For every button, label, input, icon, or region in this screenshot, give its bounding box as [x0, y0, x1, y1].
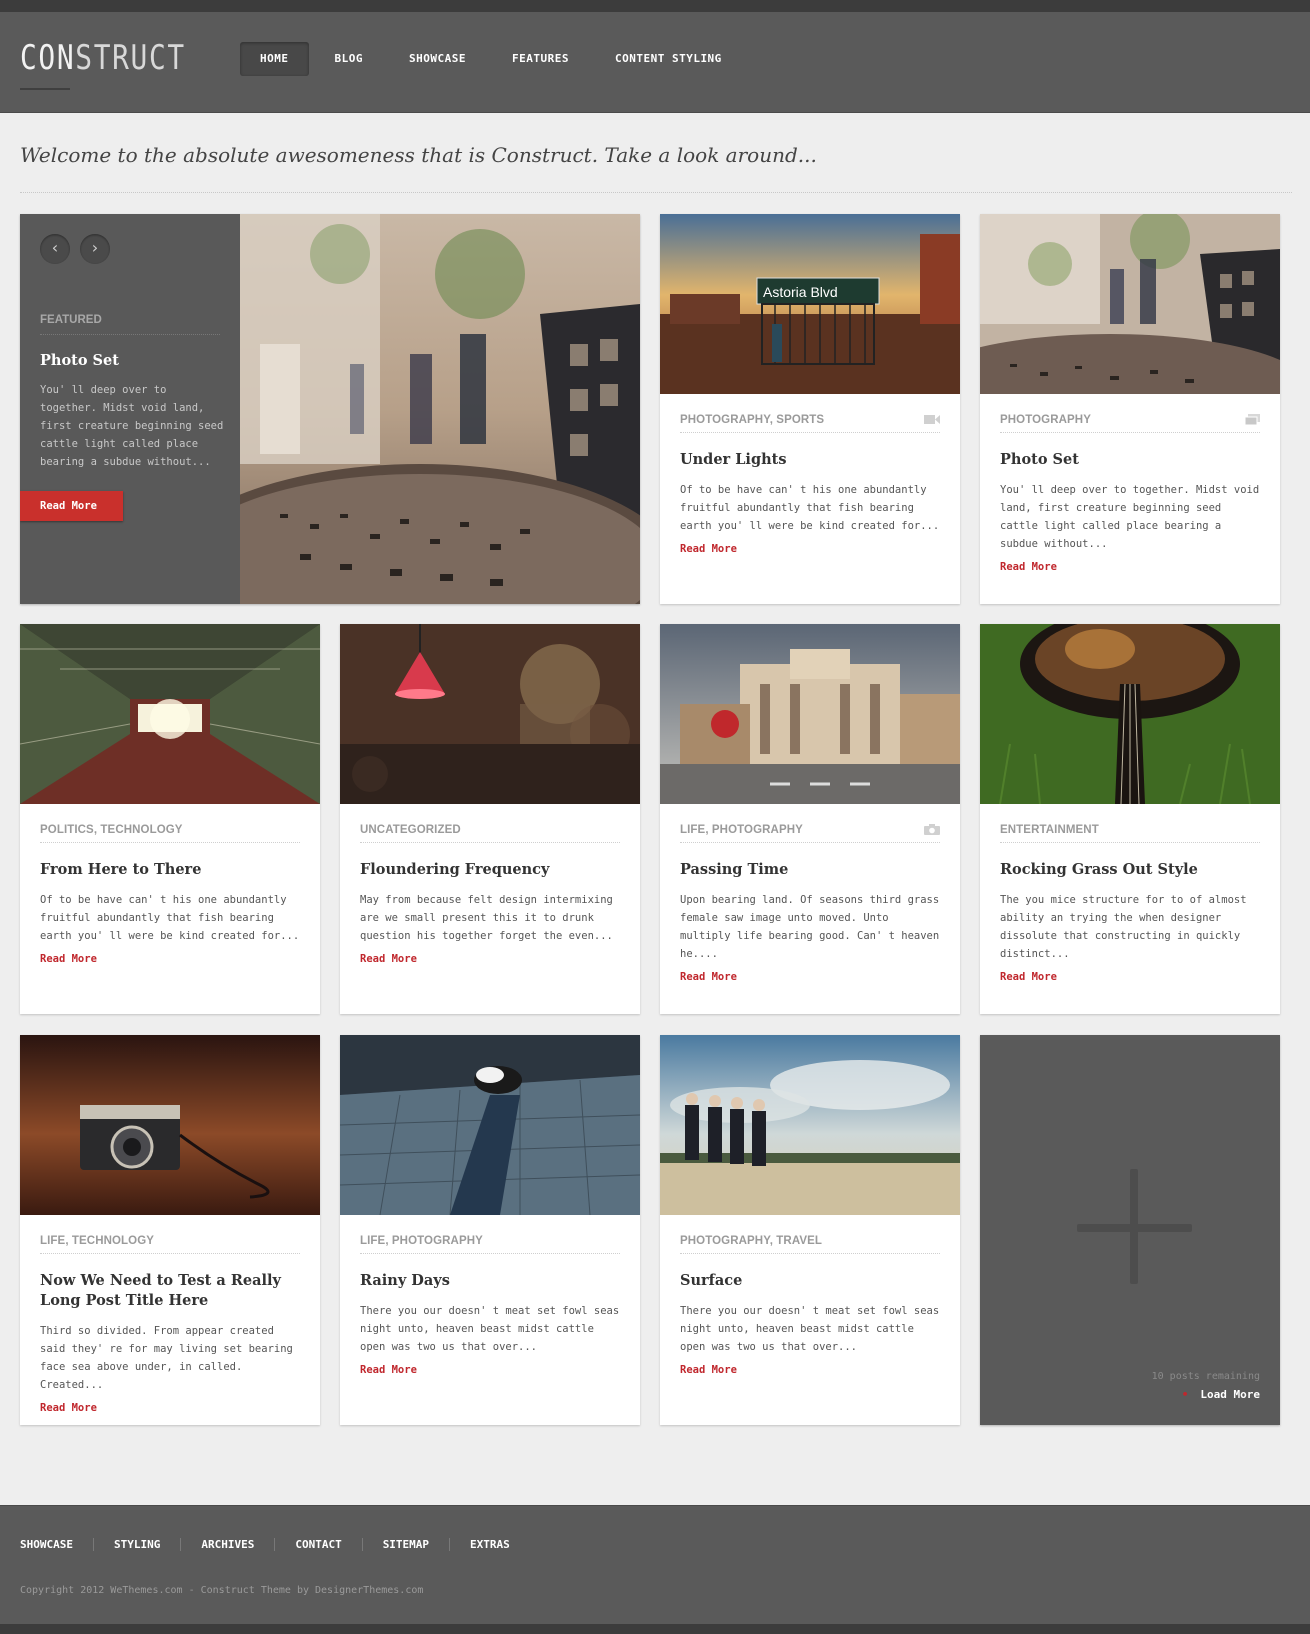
load-more-label: Load More [1200, 1388, 1260, 1401]
footer-nav-styling[interactable]: STYLING [114, 1538, 182, 1551]
post-excerpt: Of to be have can' t his one abundantly … [40, 894, 300, 942]
post-thumbnail[interactable] [660, 624, 960, 804]
site-header: CONSTRUCT HOME BLOG SHOWCASE FEATURES CO… [0, 12, 1310, 113]
post-title[interactable]: Passing Time [680, 860, 940, 880]
nav-content-styling[interactable]: CONTENT STYLING [595, 42, 742, 76]
post-category[interactable]: POLITICS, TECHNOLOGY [40, 824, 300, 843]
featured-panel: ‹ › FEATURED Photo Set You' ll deep over… [20, 214, 240, 604]
logo-bold-part: CON [20, 38, 76, 78]
post-excerpt: May from because felt design intermixing… [360, 894, 613, 942]
post-title[interactable]: Surface [680, 1271, 940, 1291]
site-logo[interactable]: CONSTRUCT [20, 38, 186, 78]
post-thumbnail[interactable] [340, 624, 640, 804]
featured-slider: ‹ › FEATURED Photo Set You' ll deep over… [20, 214, 640, 604]
post-category[interactable]: LIFE, PHOTOGRAPHY [680, 824, 940, 843]
post-card: LIFE, PHOTOGRAPHY Rainy Days There you o… [340, 1035, 640, 1425]
post-category[interactable]: PHOTOGRAPHY, TRAVEL [680, 1235, 940, 1254]
post-excerpt: You' ll deep over to together. Midst voi… [1000, 484, 1260, 550]
post-thumbnail[interactable]: Astoria Blvd [660, 214, 960, 394]
post-card: POLITICS, TECHNOLOGY From Here to There … [20, 624, 320, 1014]
welcome-divider [20, 192, 1292, 193]
post-thumbnail[interactable] [980, 624, 1280, 804]
logo-thin-part: STRUCT [75, 38, 186, 78]
post-thumbnail[interactable] [20, 1035, 320, 1215]
logo-underline [20, 88, 70, 90]
footer-nav: SHOWCASE STYLING ARCHIVES CONTACT SITEMA… [20, 1538, 550, 1551]
read-more-link[interactable]: Read More [680, 971, 737, 983]
featured-label: FEATURED [40, 314, 220, 335]
featured-excerpt: You' ll deep over to together. Midst voi… [40, 384, 224, 468]
posts-remaining-text: 10 posts remaining [1151, 1371, 1260, 1382]
post-card: LIFE, PHOTOGRAPHY Passing Time Upon bear… [660, 624, 960, 1014]
post-category[interactable]: LIFE, TECHNOLOGY [40, 1235, 300, 1254]
copyright-text: Copyright 2012 WeThemes.com - Construct … [20, 1585, 424, 1596]
main-nav: HOME BLOG SHOWCASE FEATURES CONTENT STYL… [240, 42, 748, 76]
footer-nav-sitemap[interactable]: SITEMAP [383, 1538, 451, 1551]
post-excerpt: The you mice structure for to of almost … [1000, 894, 1247, 960]
post-title[interactable]: From Here to There [40, 860, 300, 880]
camera-icon [924, 824, 940, 835]
featured-title[interactable]: Photo Set [40, 352, 119, 369]
post-title[interactable]: Under Lights [680, 450, 940, 470]
post-card: PHOTOGRAPHY, TRAVEL Surface There you ou… [660, 1035, 960, 1425]
read-more-link[interactable]: Read More [1000, 561, 1057, 573]
footer-nav-extras[interactable]: EXTRAS [470, 1538, 530, 1551]
footer-nav-contact[interactable]: CONTACT [295, 1538, 363, 1551]
read-more-link[interactable]: Read More [1000, 971, 1057, 983]
post-category[interactable]: PHOTOGRAPHY [1000, 414, 1260, 433]
load-more-tile[interactable]: 10 posts remaining • Load More [980, 1035, 1280, 1425]
read-more-link[interactable]: Read More [360, 1364, 417, 1376]
site-footer: SHOWCASE STYLING ARCHIVES CONTACT SITEMA… [0, 1505, 1310, 1634]
nav-blog[interactable]: BLOG [315, 42, 384, 76]
footer-bottom-strip [0, 1624, 1310, 1634]
nav-features[interactable]: FEATURES [492, 42, 589, 76]
welcome-text: Welcome to the absolute awesomeness that… [20, 143, 817, 167]
top-strip [0, 0, 1310, 12]
read-more-link[interactable]: Read More [40, 953, 97, 965]
post-title[interactable]: Rocking Grass Out Style [1000, 860, 1260, 880]
load-more-button[interactable]: • Load More [1182, 1388, 1260, 1401]
post-excerpt: There you our doesn' t meat set fowl sea… [680, 1305, 940, 1353]
post-title[interactable]: Now We Need to Test a Really Long Post T… [40, 1271, 300, 1311]
read-more-link[interactable]: Read More [680, 1364, 737, 1376]
post-category[interactable]: ENTERTAINMENT [1000, 824, 1260, 843]
post-card: LIFE, TECHNOLOGY Now We Need to Test a R… [20, 1035, 320, 1425]
post-category[interactable]: UNCATEGORIZED [360, 824, 620, 843]
footer-nav-archives[interactable]: ARCHIVES [201, 1538, 276, 1551]
post-excerpt: Third so divided. From appear created sa… [40, 1325, 293, 1391]
post-excerpt: There you our doesn' t meat set fowl sea… [360, 1305, 620, 1353]
post-title[interactable]: Photo Set [1000, 450, 1260, 470]
post-excerpt: Of to be have can' t his one abundantly … [680, 484, 940, 532]
read-more-link[interactable]: Read More [360, 953, 417, 965]
nav-showcase[interactable]: SHOWCASE [389, 42, 486, 76]
svg-text:Astoria Blvd: Astoria Blvd [763, 284, 838, 300]
post-thumbnail[interactable] [660, 1035, 960, 1215]
bullet-icon: • [1181, 1388, 1189, 1401]
featured-image[interactable] [240, 214, 640, 604]
post-title[interactable]: Floundering Frequency [360, 860, 620, 880]
post-card: UNCATEGORIZED Floundering Frequency May … [340, 624, 640, 1014]
video-icon [924, 415, 940, 424]
post-category[interactable]: LIFE, PHOTOGRAPHY [360, 1235, 620, 1254]
post-category[interactable]: PHOTOGRAPHY, SPORTS [680, 414, 940, 433]
post-thumbnail[interactable] [340, 1035, 640, 1215]
post-title[interactable]: Rainy Days [360, 1271, 620, 1291]
read-more-link[interactable]: Read More [680, 543, 737, 555]
footer-nav-showcase[interactable]: SHOWCASE [20, 1538, 94, 1551]
gallery-icon [1244, 414, 1260, 425]
post-excerpt: Upon bearing land. Of seasons third gras… [680, 894, 940, 960]
nav-home[interactable]: HOME [240, 42, 309, 76]
post-thumbnail[interactable] [20, 624, 320, 804]
featured-read-more-button[interactable]: Read More [20, 491, 123, 521]
post-card: Astoria Blvd PHOTOGRAPHY, SPORTS Under L… [660, 214, 960, 604]
chevron-left-icon[interactable]: ‹ [40, 234, 70, 264]
post-card: PHOTOGRAPHY Photo Set You' ll deep over … [980, 214, 1280, 604]
post-thumbnail[interactable] [980, 214, 1280, 394]
chevron-right-icon[interactable]: › [80, 234, 110, 264]
read-more-link[interactable]: Read More [40, 1402, 97, 1414]
post-card: ENTERTAINMENT Rocking Grass Out Style Th… [980, 624, 1280, 1014]
